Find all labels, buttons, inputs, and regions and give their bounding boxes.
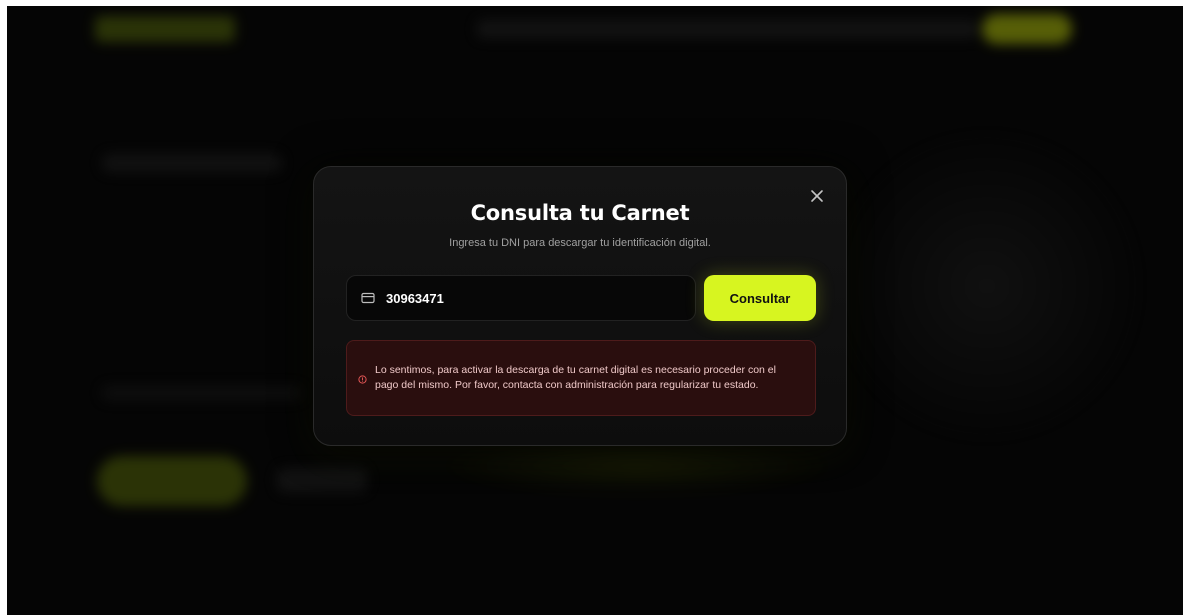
consultar-button[interactable]: Consultar	[704, 275, 816, 321]
background-paragraph	[102, 386, 302, 400]
modal-subtitle: Ingresa tu DNI para descargar tu identif…	[449, 237, 711, 249]
error-alert: Lo sentimos, para activar la descarga de…	[346, 340, 816, 416]
modal-title: Consulta tu Carnet	[470, 201, 690, 225]
credit-card-icon	[360, 290, 376, 306]
dni-input[interactable]	[386, 290, 666, 306]
carnet-query-modal: Consulta tu Carnet Ingresa tu DNI para d…	[313, 166, 847, 446]
alert-circle-icon	[357, 374, 367, 384]
background-logo	[95, 16, 235, 42]
background-eyebrow	[102, 154, 282, 172]
background-secondary-link	[277, 468, 367, 492]
background-header-button	[982, 14, 1072, 44]
background-glow	[827, 126, 1147, 446]
background-primary-button	[97, 456, 247, 506]
dni-field[interactable]	[346, 275, 696, 321]
error-message: Lo sentimos, para activar la descarga de…	[375, 364, 776, 391]
app-viewport: Consulta tu Carnet Ingresa tu DNI para d…	[7, 6, 1183, 615]
background-nav	[477, 20, 977, 38]
